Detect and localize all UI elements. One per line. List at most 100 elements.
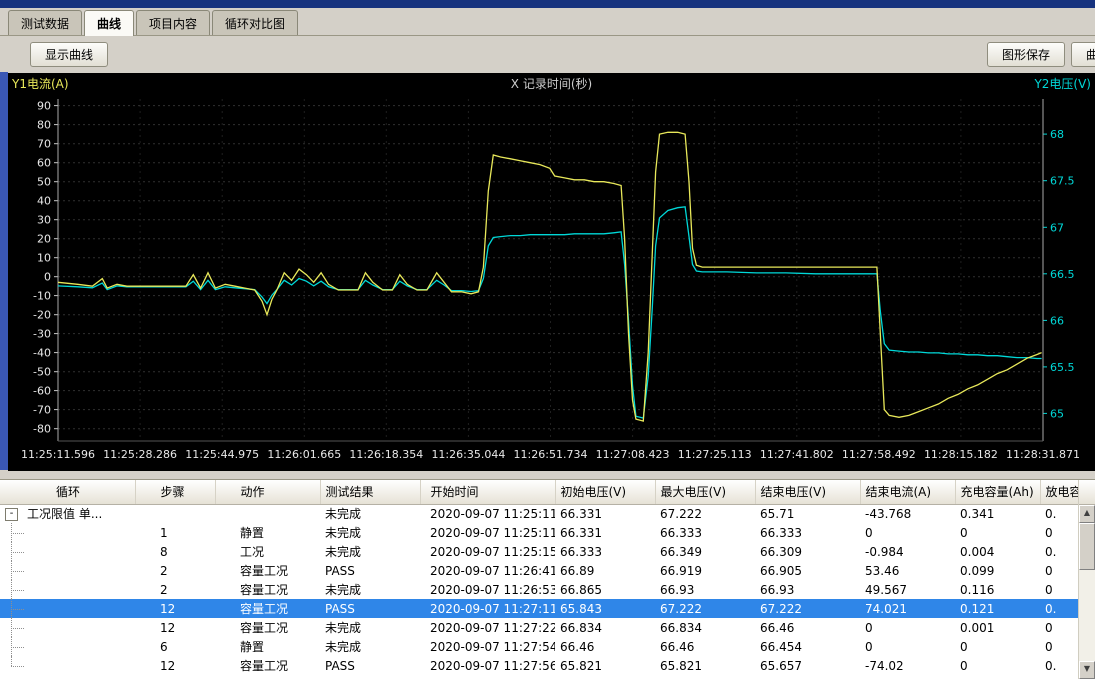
discharge-cap-cell: 0. (1040, 542, 1078, 561)
max-voltage-cell: 65.821 (655, 656, 755, 675)
charge-cap-cell: 0.341 (955, 504, 1040, 523)
cycle-cell (0, 637, 135, 656)
column-header-7[interactable]: 结束电压(V) (755, 480, 860, 504)
start-time-cell: 2020-09-07 11:25:15 (420, 542, 555, 561)
tree-line-connector (11, 552, 24, 553)
step-cell: 2 (135, 561, 215, 580)
results-table: 循环步骤动作测试结果开始时间初始电压(V)最大电压(V)结束电压(V)结束电流(… (0, 480, 1079, 675)
y1-tick-label: -80 (33, 423, 51, 436)
curve-save-button-partial[interactable]: 曲 (1071, 42, 1095, 67)
table-row-8[interactable]: 12容量工况PASS2020-09-07 11:27:5665.82165.82… (0, 656, 1078, 675)
y2-axis-label: Y2电压(V) (1033, 77, 1091, 91)
show-curve-button[interactable]: 显示曲线 (30, 42, 108, 67)
init-voltage-cell: 65.843 (555, 599, 655, 618)
tree-line-connector (11, 533, 24, 534)
charge-cap-cell: 0 (955, 523, 1040, 542)
column-header-3[interactable]: 测试结果 (320, 480, 420, 504)
step-cell: 8 (135, 542, 215, 561)
init-voltage-cell: 65.821 (555, 656, 655, 675)
end-voltage-cell: 65.71 (755, 504, 860, 523)
save-graphic-button[interactable]: 图形保存 (987, 42, 1065, 67)
table-body: -工况限值 单...未完成2020-09-07 11:25:1166.33167… (0, 504, 1078, 675)
max-voltage-cell: 67.222 (655, 504, 755, 523)
tree-line-connector (11, 590, 24, 591)
step-cell: 1 (135, 523, 215, 542)
table-row-7[interactable]: 6静置未完成2020-09-07 11:27:5466.4666.4666.45… (0, 637, 1078, 656)
tree-expander-icon[interactable]: - (5, 508, 18, 521)
end-current-cell: -74.02 (860, 656, 955, 675)
scrollbar-track[interactable] (1079, 570, 1095, 661)
tree-line-vertical (11, 656, 12, 666)
table-row-1[interactable]: 1静置未完成2020-09-07 11:25:1166.33166.33366.… (0, 523, 1078, 542)
step-cell: 12 (135, 656, 215, 675)
table-row-3[interactable]: 2容量工况PASS2020-09-07 11:26:4166.8966.9196… (0, 561, 1078, 580)
start-time-cell: 2020-09-07 11:27:22 (420, 618, 555, 637)
column-header-10[interactable]: 放电容 (1040, 480, 1078, 504)
table-row-4[interactable]: 2容量工况未完成2020-09-07 11:26:5366.86566.9366… (0, 580, 1078, 599)
end-current-cell: 49.567 (860, 580, 955, 599)
table-row-6[interactable]: 12容量工况未完成2020-09-07 11:27:2266.83466.834… (0, 618, 1078, 637)
y2-tick-label: 66 (1050, 314, 1064, 327)
table-row-0[interactable]: -工况限值 单...未完成2020-09-07 11:25:1166.33167… (0, 504, 1078, 523)
cycle-cell (0, 618, 135, 637)
cycle-cell: -工况限值 单... (0, 504, 135, 523)
max-voltage-cell: 66.93 (655, 580, 755, 599)
table-header-row: 循环步骤动作测试结果开始时间初始电压(V)最大电压(V)结束电压(V)结束电流(… (0, 480, 1078, 504)
column-header-5[interactable]: 初始电压(V) (555, 480, 655, 504)
x-tick-label: 11:25:28.286 (103, 448, 177, 461)
tab-4[interactable]: 循环对比图 (212, 10, 298, 35)
y1-tick-label: -10 (33, 290, 51, 303)
cycle-cell (0, 523, 135, 542)
result-cell: 未完成 (320, 618, 420, 637)
x-tick-label: 11:25:44.975 (185, 448, 259, 461)
discharge-cap-cell: 0. (1040, 656, 1078, 675)
column-header-4[interactable]: 开始时间 (420, 480, 555, 504)
start-time-cell: 2020-09-07 11:27:54 (420, 637, 555, 656)
column-header-6[interactable]: 最大电压(V) (655, 480, 755, 504)
tab-1[interactable]: 测试数据 (8, 10, 82, 35)
x-tick-label: 11:26:51.734 (514, 448, 588, 461)
discharge-cap-cell: 0 (1040, 561, 1078, 580)
result-cell: 未完成 (320, 637, 420, 656)
discharge-cap-cell: 0 (1040, 580, 1078, 599)
tab-2[interactable]: 曲线 (84, 10, 134, 36)
y1-axis-label: Y1电流(A) (11, 77, 69, 91)
step-cell: 2 (135, 580, 215, 599)
cycle-cell (0, 580, 135, 599)
step-cell (135, 504, 215, 523)
column-header-0[interactable]: 循环 (0, 480, 135, 504)
scrollbar-down-button[interactable]: ▼ (1079, 661, 1095, 679)
chart-svg[interactable]: 11:25:11.59611:25:28.28611:25:44.97511:2… (8, 73, 1095, 471)
y1-tick-label: 90 (37, 100, 51, 113)
tab-3[interactable]: 项目内容 (136, 10, 210, 35)
result-cell: 未完成 (320, 580, 420, 599)
x-tick-label: 11:28:31.871 (1006, 448, 1080, 461)
end-voltage-cell: 66.93 (755, 580, 860, 599)
table-row-2[interactable]: 8工况未完成2020-09-07 11:25:1566.33366.34966.… (0, 542, 1078, 561)
column-header-8[interactable]: 结束电流(A) (860, 480, 955, 504)
table-row-5[interactable]: 12容量工况PASS2020-09-07 11:27:1165.84367.22… (0, 599, 1078, 618)
scrollbar-up-button[interactable]: ▲ (1079, 505, 1095, 523)
panel-divider (0, 471, 1095, 479)
column-header-1[interactable]: 步骤 (135, 480, 215, 504)
cycle-label: 工况限值 单... (27, 507, 102, 521)
discharge-cap-cell: 0. (1040, 599, 1078, 618)
action-cell: 静置 (215, 523, 320, 542)
table-scrollbar[interactable]: ▲ ▼ (1078, 480, 1095, 679)
max-voltage-cell: 66.46 (655, 637, 755, 656)
y1-tick-label: 0 (44, 271, 51, 284)
start-time-cell: 2020-09-07 11:27:56 (420, 656, 555, 675)
max-voltage-cell: 66.834 (655, 618, 755, 637)
column-header-2[interactable]: 动作 (215, 480, 320, 504)
y1-tick-label: 80 (37, 119, 51, 132)
end-current-cell: 53.46 (860, 561, 955, 580)
y2-tick-label: 67.5 (1050, 175, 1075, 188)
column-header-9[interactable]: 充电容量(Ah) (955, 480, 1040, 504)
charge-cap-cell: 0.004 (955, 542, 1040, 561)
tree-line-connector (11, 647, 24, 648)
chart-panel: 11:25:11.59611:25:28.28611:25:44.97511:2… (8, 73, 1095, 471)
start-time-cell: 2020-09-07 11:26:53 (420, 580, 555, 599)
end-voltage-cell: 66.333 (755, 523, 860, 542)
max-voltage-cell: 67.222 (655, 599, 755, 618)
scrollbar-thumb[interactable] (1079, 523, 1095, 570)
